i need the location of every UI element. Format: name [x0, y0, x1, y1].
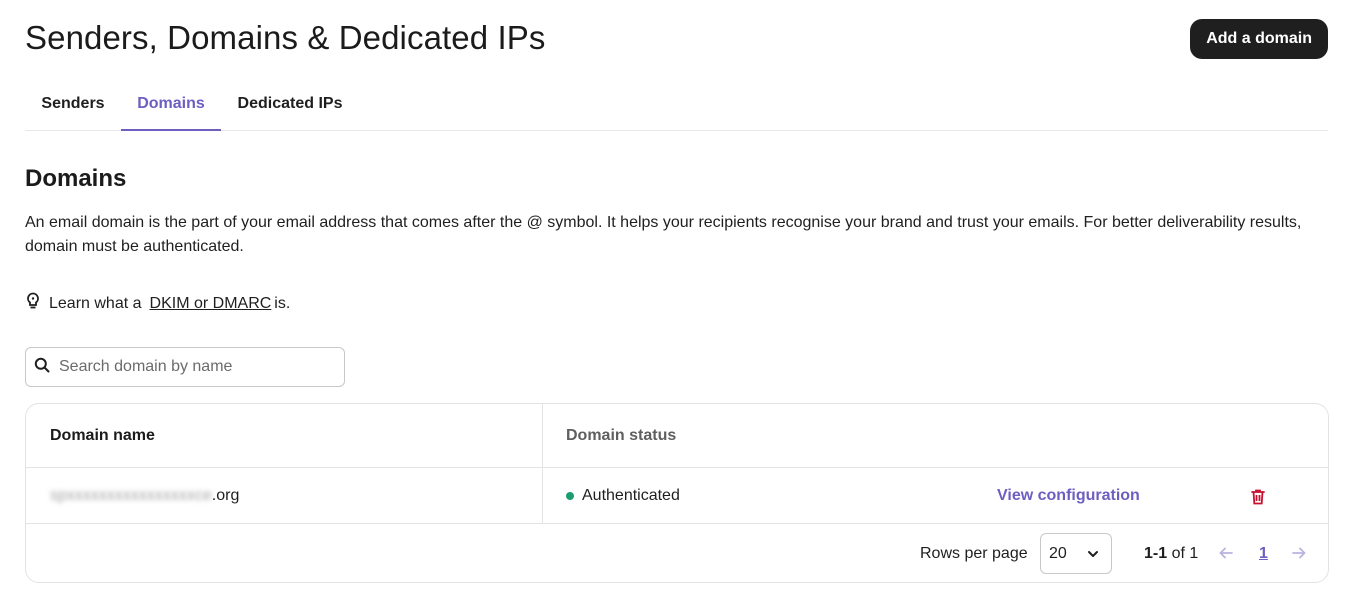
- table-row: spxxxxxxxxxxxxxxxxce.org Authenticated V…: [26, 468, 1328, 524]
- tab-senders[interactable]: Senders: [25, 80, 121, 131]
- arrow-left-icon[interactable]: [1219, 546, 1233, 560]
- search-box[interactable]: [25, 347, 345, 387]
- lightbulb-icon: [25, 292, 41, 315]
- column-header-domain-status[interactable]: Domain status: [566, 404, 676, 467]
- rows-per-page-select[interactable]: 20: [1040, 533, 1112, 574]
- add-domain-button[interactable]: Add a domain: [1190, 19, 1328, 59]
- dkim-dmarc-link[interactable]: DKIM or DMARC: [150, 295, 272, 313]
- domains-table: Domain name Domain status spxxxxxxxxxxxx…: [25, 403, 1329, 583]
- learn-suffix: is.: [274, 294, 291, 312]
- tab-domains[interactable]: Domains: [121, 80, 221, 131]
- domain-name-cell: spxxxxxxxxxxxxxxxxce.org: [50, 468, 239, 524]
- domain-name-redacted: spxxxxxxxxxxxxxxxxce: [50, 487, 212, 504]
- column-header-domain-name[interactable]: Domain name: [50, 404, 155, 467]
- tab-dedicated-ips[interactable]: Dedicated IPs: [221, 80, 359, 131]
- tab-bar: Senders Domains Dedicated IPs: [25, 80, 1328, 131]
- table-pagination: Rows per page 20 1-1 of 1 1: [26, 525, 1328, 582]
- domain-name-suffix: .org: [211, 487, 240, 504]
- table-header: Domain name Domain status: [26, 404, 1328, 468]
- search-icon: [34, 357, 50, 378]
- rows-per-page-label: Rows per page: [920, 545, 1028, 562]
- learn-prefix: Learn what a: [49, 294, 142, 312]
- status-badge: Authenticated: [582, 487, 680, 504]
- view-configuration-link[interactable]: View configuration: [997, 468, 1140, 524]
- section-description: An email domain is the part of your emai…: [25, 214, 1302, 255]
- section-title: Domains: [25, 165, 127, 192]
- rows-per-page-value: 20: [1049, 544, 1067, 562]
- learn-more-line: Learn what a DKIM or DMARC is.: [25, 292, 290, 315]
- page-header: Senders, Domains & Dedicated IPs Add a d…: [25, 18, 1328, 60]
- trash-icon[interactable]: [1250, 488, 1266, 506]
- status-dot: [566, 492, 574, 500]
- page-title: Senders, Domains & Dedicated IPs: [25, 19, 546, 56]
- domain-status-cell: Authenticated: [566, 468, 680, 524]
- page-number-link[interactable]: 1: [1259, 525, 1268, 582]
- pagination-range: 1-1 of 1: [1144, 525, 1199, 582]
- range-total: of 1: [1167, 545, 1199, 562]
- range-current: 1-1: [1144, 545, 1168, 562]
- arrow-right-icon[interactable]: [1292, 546, 1306, 560]
- chevron-down-icon: [1088, 551, 1098, 557]
- search-input[interactable]: [59, 358, 329, 376]
